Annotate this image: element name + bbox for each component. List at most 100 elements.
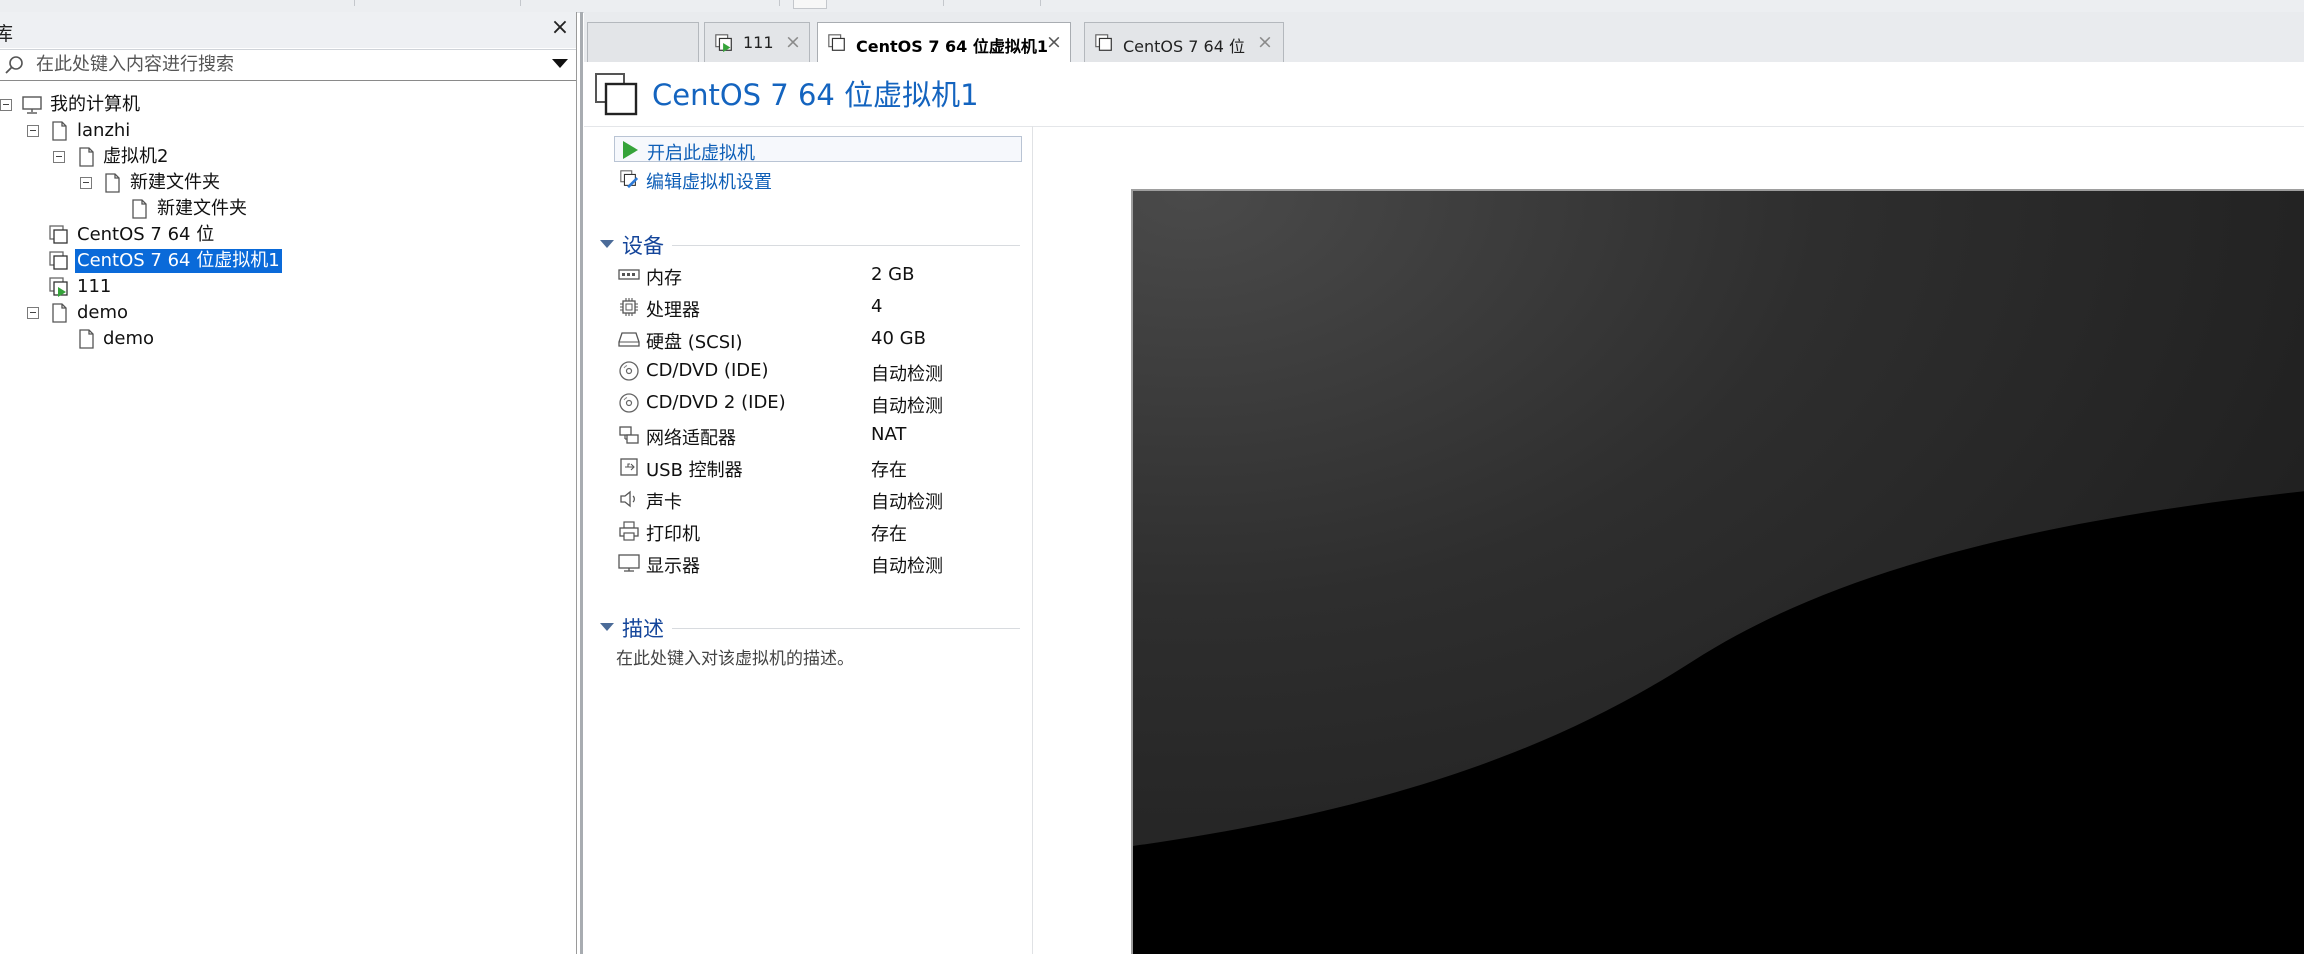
devices-section-header[interactable]: 设备 — [600, 229, 1020, 259]
tab-centos-vm1[interactable]: CentOS 7 64 位虚拟机1 × — [817, 22, 1071, 63]
device-name: 声卡 — [646, 492, 682, 513]
printer-icon — [619, 521, 639, 541]
collapse-toggle-icon[interactable] — [27, 307, 39, 319]
tab-centos[interactable]: CentOS 7 64 位 × — [1084, 22, 1284, 62]
cd-dvd-icon — [619, 361, 639, 381]
library-search-input[interactable] — [36, 52, 536, 76]
edit-settings-label: 编辑虚拟机设置 — [646, 172, 772, 193]
collapse-toggle-icon[interactable] — [80, 177, 92, 189]
page-title: CentOS 7 64 位虚拟机1 — [652, 78, 979, 112]
tree-item-label: 新建文件夹 — [130, 172, 220, 193]
device-row-hard-disk[interactable]: 硬盘 (SCSI) 40 GB — [616, 325, 1016, 353]
divider — [779, 0, 780, 6]
sound-icon — [620, 490, 635, 508]
library-header: 库 × — [0, 12, 576, 48]
tree-item-label: demo — [77, 302, 129, 323]
edit-settings-button[interactable]: 编辑虚拟机设置 — [614, 166, 1022, 193]
device-row-cd-dvd-2[interactable]: CD/DVD 2 (IDE) 自动检测 — [616, 389, 1016, 417]
device-row-sound[interactable]: 声卡 自动检测 — [616, 485, 1016, 513]
tab-home-frame — [587, 22, 699, 62]
folder-icon — [79, 329, 94, 349]
tree-item-label: 新建文件夹 — [157, 198, 247, 219]
device-name: CD/DVD 2 (IDE) — [646, 392, 786, 413]
device-row-display[interactable]: 显示器 自动检测 — [616, 549, 1016, 577]
device-name: CD/DVD (IDE) — [646, 360, 769, 381]
vm-header: CentOS 7 64 位虚拟机1 — [584, 62, 2304, 127]
collapse-toggle-icon[interactable] — [27, 125, 39, 137]
device-row-cd-dvd[interactable]: CD/DVD (IDE) 自动检测 — [616, 357, 1016, 385]
toolbar-stub — [793, 0, 827, 9]
description-section-header[interactable]: 描述 — [600, 612, 1020, 642]
tree-item-folder[interactable]: 新建文件夹 — [0, 170, 560, 196]
divider — [520, 0, 521, 6]
tree-item-vm[interactable]: CentOS 7 64 位 — [0, 222, 560, 248]
device-value: NAT — [871, 424, 907, 445]
device-row-network-adapter[interactable]: 网络适配器 NAT — [616, 421, 1016, 449]
library-search-bar — [0, 49, 576, 81]
library-title: 库 — [0, 23, 14, 45]
usb-icon — [620, 458, 638, 476]
tree-item-vm-running[interactable]: 111 — [0, 274, 560, 300]
close-icon[interactable]: × — [783, 31, 803, 53]
device-name: 显示器 — [646, 556, 700, 577]
collapse-arrow-icon — [600, 623, 614, 631]
tree-item-folder[interactable]: 虚拟机2 — [0, 144, 560, 170]
device-value: 4 — [871, 296, 883, 317]
vm-running-icon — [49, 277, 68, 297]
device-value: 存在 — [871, 524, 907, 545]
pane-splitter[interactable] — [580, 12, 583, 954]
folder-icon — [52, 303, 67, 323]
device-value: 自动检测 — [871, 364, 943, 385]
cd-dvd-icon — [619, 393, 639, 413]
tree-item-folder[interactable]: demo — [0, 326, 560, 352]
device-row-printer[interactable]: 打印机 存在 — [616, 517, 1016, 545]
device-name: 处理器 — [646, 300, 700, 321]
search-dropdown-arrow-icon[interactable] — [552, 59, 568, 68]
library-pane: 库 × 我的计算机 lanzhi 虚拟机2 — [0, 12, 577, 954]
device-name: USB 控制器 — [646, 460, 743, 481]
vm-icon — [1095, 34, 1112, 51]
device-row-usb[interactable]: USB 控制器 存在 — [616, 453, 1016, 481]
search-icon — [5, 56, 23, 74]
section-title: 描述 — [622, 617, 664, 641]
tab-label: 111 — [743, 33, 774, 52]
tree-item-label: demo — [103, 328, 155, 349]
tree-item-label: CentOS 7 64 位 — [77, 224, 215, 245]
tree-item-label: 111 — [77, 276, 112, 297]
tree-item-my-computer[interactable]: 我的计算机 — [0, 92, 560, 118]
device-row-cpu[interactable]: 处理器 4 — [616, 293, 1016, 321]
divider — [943, 0, 944, 6]
folder-icon — [79, 147, 94, 167]
cpu-icon — [620, 298, 638, 316]
device-value: 自动检测 — [871, 556, 943, 577]
vm-running-icon — [715, 34, 732, 53]
tree-item-vm-selected[interactable]: CentOS 7 64 位虚拟机1 — [0, 248, 560, 274]
tree-item-folder[interactable]: lanzhi — [0, 118, 560, 144]
edit-settings-icon — [620, 170, 639, 189]
computer-icon — [22, 96, 42, 114]
library-close-button[interactable]: × — [549, 16, 571, 40]
close-icon[interactable]: × — [1255, 31, 1275, 53]
tab-111[interactable]: 111 × — [704, 22, 810, 62]
device-name: 网络适配器 — [646, 428, 736, 449]
tree-item-folder[interactable]: 新建文件夹 — [0, 196, 560, 222]
tree-item-label: 虚拟机2 — [103, 146, 169, 167]
power-on-button[interactable]: 开启此虚拟机 — [614, 136, 1022, 164]
folder-icon — [52, 121, 67, 141]
folder-icon — [105, 173, 120, 193]
device-value: 自动检测 — [871, 396, 943, 417]
collapse-toggle-icon[interactable] — [53, 151, 65, 163]
description-field[interactable]: 在此处键入对该虚拟机的描述。 — [616, 644, 854, 669]
device-name: 内存 — [646, 268, 682, 289]
tab-bar: 主页 × 111 × CentOS 7 64 位虚拟机1 × CentOS 7 … — [584, 12, 2304, 63]
device-value: 自动检测 — [871, 492, 943, 513]
collapse-toggle-icon[interactable] — [0, 99, 12, 111]
vm-icon — [828, 34, 845, 51]
device-value: 2 GB — [871, 264, 915, 285]
vm-icon — [49, 225, 68, 244]
close-icon[interactable]: × — [1044, 31, 1064, 53]
vm-console-preview[interactable] — [1131, 189, 2304, 954]
tree-item-label: lanzhi — [77, 120, 131, 141]
device-row-memory[interactable]: 内存 2 GB — [616, 261, 1016, 289]
tree-item-folder[interactable]: demo — [0, 300, 560, 326]
